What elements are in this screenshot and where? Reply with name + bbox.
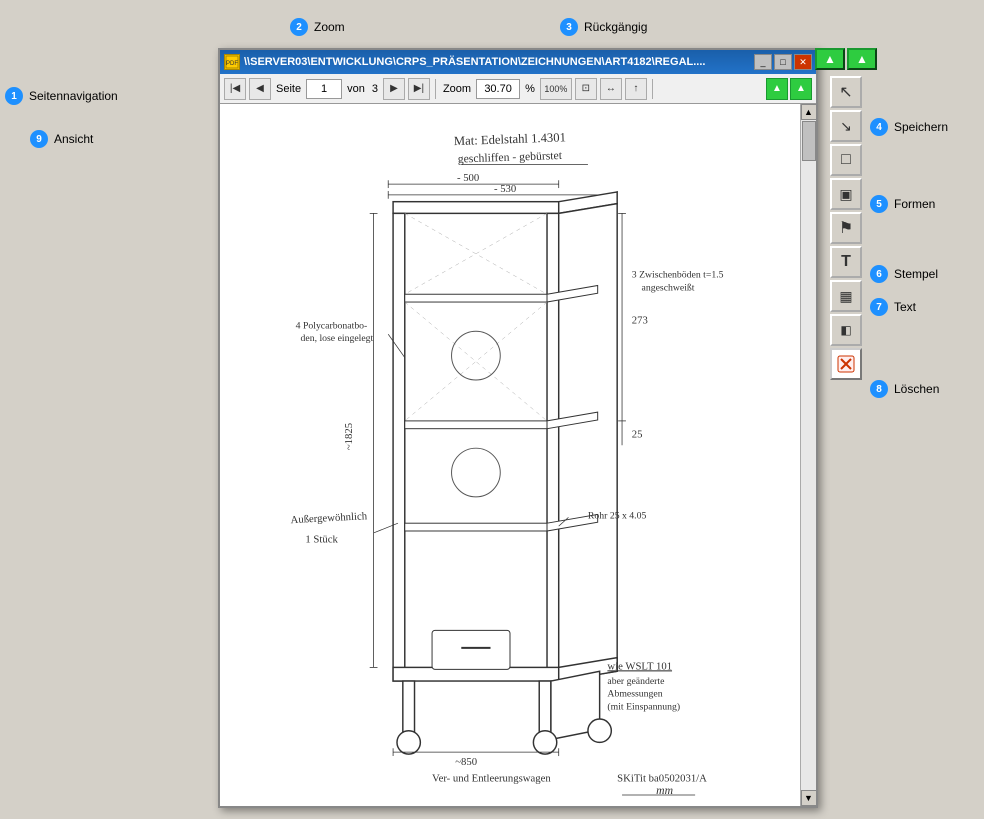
zoom-label-text: Zoom (314, 20, 345, 34)
toolbar-green-up1[interactable]: ▲ (815, 48, 845, 70)
fit-page-button[interactable]: ⊡ (575, 78, 597, 100)
prev-page-button[interactable]: ◀ (249, 78, 271, 100)
page-of-label: von (347, 83, 365, 95)
svg-text:3 Zwischenböden t=1.5: 3 Zwischenböden t=1.5 (632, 270, 724, 281)
fit-width-button[interactable]: ↔ (600, 78, 622, 100)
toolbar-separator-2 (652, 79, 653, 99)
filled-rectangle-button[interactable]: ▣ (830, 178, 862, 210)
drawing-area: Mat: Edelstahl 1.4301 geschliffen - gebü… (220, 104, 800, 806)
formen-label: 5 Formen (870, 195, 935, 213)
loeschen-label: 8 Löschen (870, 380, 939, 398)
page-label: Seite (276, 83, 301, 95)
svg-text:Ver- und Entleerungswagen: Ver- und Entleerungswagen (432, 772, 551, 784)
svg-text:1 Stück: 1 Stück (305, 534, 338, 546)
rueckgaengig-label-text: Rückgängig (584, 20, 647, 34)
svg-text:- 500: - 500 (457, 172, 479, 184)
text-tool-button[interactable]: T (830, 246, 862, 278)
title-bar-text: \\SERVER03\ENTWICKLUNG\CRPS_PRÄSENTATION… (244, 56, 705, 68)
text-label-text: Text (894, 300, 916, 314)
svg-text:aber geänderte: aber geänderte (607, 676, 664, 687)
title-bar: PDF \\SERVER03\ENTWICKLUNG\CRPS_PRÄSENTA… (220, 50, 816, 74)
delete-button[interactable] (830, 348, 862, 380)
svg-text:mm: mm (656, 784, 673, 796)
svg-text:273: 273 (632, 314, 648, 326)
scrollbar-vertical[interactable]: ▲ ▼ (800, 104, 816, 806)
svg-text:Rohr 25 x 4.05: Rohr 25 x 4.05 (588, 510, 647, 521)
toolbar-green-up2[interactable]: ▲ (847, 48, 877, 70)
svg-text:wie WSLT 101: wie WSLT 101 (607, 660, 672, 672)
ruler-tool-button[interactable]: ◧ (830, 314, 862, 346)
select-tool-button[interactable]: ↘ (830, 110, 862, 142)
seitennavigation-badge: 1 (5, 87, 23, 105)
app-icon: PDF (224, 54, 240, 70)
table-tool-button[interactable]: ▦ (830, 280, 862, 312)
loeschen-badge: 8 (870, 380, 888, 398)
svg-text:Abmessungen: Abmessungen (607, 689, 662, 700)
svg-text:~850: ~850 (455, 756, 477, 768)
zoom-percent: % (525, 83, 535, 95)
stempel-label-text: Stempel (894, 267, 938, 281)
zoom-100-button[interactable]: 100% (540, 78, 572, 100)
scroll-track[interactable] (801, 120, 817, 790)
speichern-label-text: Speichern (894, 120, 948, 134)
zoom-badge: 2 (290, 18, 308, 36)
zoom-input[interactable] (476, 79, 520, 99)
toolbar-down-button[interactable]: ▲ (790, 78, 812, 100)
zoom-label: Zoom (443, 83, 471, 95)
svg-text:PDF: PDF (226, 61, 238, 67)
toolbar-up-button[interactable]: ▲ (766, 78, 788, 100)
zoom-label-top: 2 Zoom (290, 18, 345, 36)
minimize-button[interactable]: _ (754, 54, 772, 70)
svg-text:SKiTit ba0502031/A: SKiTit ba0502031/A (617, 772, 707, 784)
drawing-svg: Mat: Edelstahl 1.4301 geschliffen - gebü… (230, 114, 790, 796)
content-area: Mat: Edelstahl 1.4301 geschliffen - gebü… (220, 104, 816, 806)
last-page-button[interactable]: ▶| (408, 78, 430, 100)
seitennavigation-label: 1 Seitennavigation (5, 87, 118, 105)
rueckgaengig-label-top: 3 Rückgängig (560, 18, 647, 36)
rectangle-tool-button[interactable]: □ (830, 144, 862, 176)
stempel-label: 6 Stempel (870, 265, 938, 283)
svg-text:4 Polycarbonatbo-: 4 Polycarbonatbo- (296, 320, 368, 331)
scroll-thumb[interactable] (802, 121, 816, 161)
seitennavigation-label-text: Seitennavigation (29, 89, 118, 103)
next-page-button[interactable]: ▶ (383, 78, 405, 100)
page-total: 3 (372, 83, 378, 95)
svg-text:25: 25 (632, 428, 643, 440)
close-button[interactable]: ✕ (794, 54, 812, 70)
restore-button[interactable]: □ (774, 54, 792, 70)
svg-text:~1825: ~1825 (343, 423, 355, 450)
ansicht-badge: 9 (30, 130, 48, 148)
ansicht-label-text: Ansicht (54, 132, 93, 146)
toolbar-separator-1 (435, 79, 436, 99)
text-badge: 7 (870, 298, 888, 316)
svg-text:- 530: - 530 (494, 183, 516, 195)
stamp-tool-button[interactable]: ⚑ (830, 212, 862, 244)
scroll-up-button[interactable]: ▲ (801, 104, 817, 120)
first-page-button[interactable]: |◀ (224, 78, 246, 100)
speichern-label: 4 Speichern (870, 118, 948, 136)
rueckgaengig-badge: 3 (560, 18, 578, 36)
toolbar: |◀ ◀ Seite von 3 ▶ ▶| Zoom % 100% ⊡ ↔ ↑ … (220, 74, 816, 104)
svg-text:angeschweißt: angeschweißt (642, 282, 695, 293)
scroll-down-button[interactable]: ▼ (801, 790, 817, 806)
stempel-badge: 6 (870, 265, 888, 283)
page-input[interactable] (306, 79, 342, 99)
right-toolbar: ▲ ▲ ↖ ↘ □ ▣ ⚑ T ▦ ◧ (828, 48, 864, 380)
svg-text:(mit Einspannung): (mit Einspannung) (607, 701, 680, 712)
formen-label-text: Formen (894, 197, 935, 211)
text-label: 7 Text (870, 298, 916, 316)
svg-text:den, lose eingelegt: den, lose eingelegt (301, 333, 374, 344)
title-bar-left: PDF \\SERVER03\ENTWICKLUNG\CRPS_PRÄSENTA… (224, 54, 705, 70)
main-window: PDF \\SERVER03\ENTWICKLUNG\CRPS_PRÄSENTA… (218, 48, 818, 808)
speichern-badge: 4 (870, 118, 888, 136)
cursor-tool-button[interactable]: ↖ (830, 76, 862, 108)
loeschen-label-text: Löschen (894, 382, 939, 396)
rotate-button[interactable]: ↑ (625, 78, 647, 100)
ansicht-label: 9 Ansicht (30, 130, 93, 148)
formen-badge: 5 (870, 195, 888, 213)
title-bar-buttons: _ □ ✕ (754, 54, 812, 70)
